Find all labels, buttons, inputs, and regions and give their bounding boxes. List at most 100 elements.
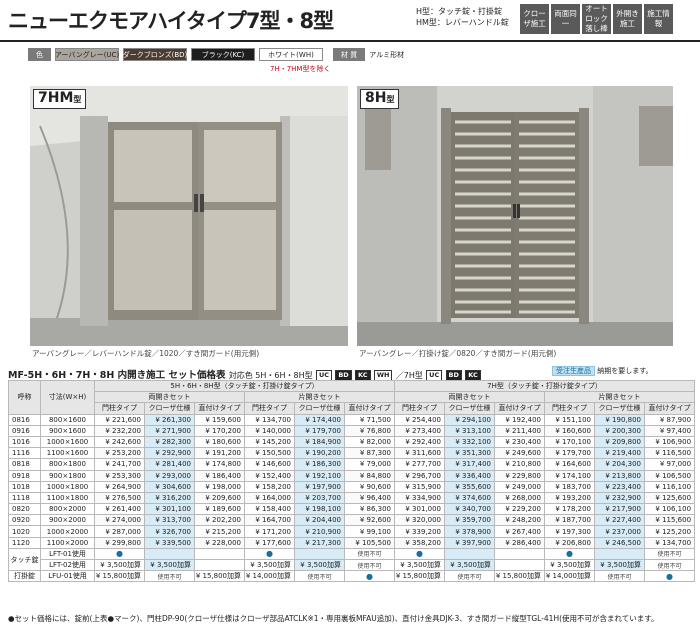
price-cell: ¥ 140,000 <box>244 424 295 437</box>
price-cell: ¥ 261,400 <box>94 503 145 516</box>
page-title: ニューエクモアハイタイプ7型・8型 <box>8 9 334 33</box>
price-value: 79,000 <box>366 460 392 469</box>
price-value: 254,400 <box>412 415 441 424</box>
price-cell: ¥ 358,200 <box>394 536 445 549</box>
th-group-a: 5H・6H・8H型（タッチ錠・打掛け錠タイプ） <box>94 379 395 393</box>
price-value: 397,900 <box>462 538 491 547</box>
price-cell: ¥ 277,700 <box>394 458 445 471</box>
table-row: 1020 1000×2000 ¥ 287,000 ¥ 326,700 ¥ 215,200… <box>8 525 696 538</box>
table-row: 0818 800×1800 ¥ 241,700 ¥ 281,400 ¥ 174,800 ¥… <box>8 458 696 471</box>
price-value: 99,100 <box>366 527 392 536</box>
lock-cell: 使用不可 <box>344 547 395 561</box>
lock-cell: ● <box>344 570 395 583</box>
price-cell: ¥ 210,800 <box>494 458 545 471</box>
price-value: 313,100 <box>462 426 491 435</box>
yen-sign: ¥ <box>359 493 367 502</box>
price-value: 150,500 <box>262 449 291 458</box>
price-cell: ¥ 105,500 <box>344 536 395 549</box>
price-value: 355,600 <box>462 482 491 491</box>
price-value: 296,700 <box>412 471 441 480</box>
price-value: 274,000 <box>112 516 141 525</box>
lock-cell <box>144 547 195 561</box>
price-cell: ¥ 316,200 <box>144 491 195 505</box>
row-code: 1118 <box>8 491 41 505</box>
row-code: 0918 <box>8 469 41 482</box>
price-value: 179,700 <box>312 426 341 435</box>
price-cell: ¥ 229,800 <box>494 469 545 482</box>
price-cell: ¥ 170,200 <box>194 424 245 437</box>
price-value: 158,400 <box>262 505 291 514</box>
legend-text: 納期を要します。 <box>597 367 653 375</box>
row-size: 1000×1600 <box>40 435 95 449</box>
price-cell: ¥ 268,000 <box>494 491 545 505</box>
price-cell: ¥ 200,300 <box>594 424 645 437</box>
legend-tag: 受注生産品 <box>552 366 595 376</box>
price-cell: ¥ 320,000 <box>394 514 445 527</box>
price-value: 174,800 <box>212 460 241 469</box>
price-value: 97,000 <box>666 460 692 469</box>
price-value: 96,400 <box>366 493 392 502</box>
badge-autolock: オートロック落し棒 <box>582 4 611 34</box>
th-type-post: 門柱タイプ <box>544 402 595 415</box>
price-value: 271,900 <box>162 426 191 435</box>
price-cell: ¥ 293,000 <box>144 469 195 482</box>
lock-cell: 使用不可 <box>643 547 696 561</box>
price-cell: ¥ 228,000 <box>194 536 245 549</box>
price-cell: ¥ 253,200 <box>94 447 145 460</box>
table-row: 1018 1000×1800 ¥ 264,900 ¥ 304,600 ¥ 198,000… <box>8 480 696 493</box>
badge-outward: 外開き施工 <box>613 4 642 34</box>
header-divider <box>0 40 700 42</box>
price-cell: ¥ 317,400 <box>444 458 495 471</box>
yen-sign: ¥ <box>359 505 367 514</box>
row-code: 0916 <box>8 424 41 437</box>
price-cell: ¥ 230,400 <box>494 435 545 449</box>
price-cell: ¥ 287,000 <box>94 525 145 538</box>
price-value: 206,800 <box>562 538 591 547</box>
price-value: 334,900 <box>412 493 441 502</box>
gate-8h-illustration <box>357 86 673 346</box>
row-code: 0920 <box>8 514 41 527</box>
price-value: 170,200 <box>212 426 241 435</box>
color-label: 色 <box>28 48 51 61</box>
price-value: 160,600 <box>562 426 591 435</box>
row-code: 0816 <box>8 413 41 426</box>
price-value: 248,200 <box>512 516 541 525</box>
yen-sign: ¥ <box>659 415 667 424</box>
price-value: 170,100 <box>562 438 591 447</box>
th-type-direct: 直付けタイプ <box>344 402 395 415</box>
row-size: 900×2000 <box>40 514 95 527</box>
price-value: 200,300 <box>612 426 641 435</box>
lock-cell: ¥ 14,000加算 <box>544 570 595 583</box>
lock-code: LFU-01使用 <box>40 570 95 583</box>
price-cell: ¥ 97,400 <box>643 424 696 437</box>
lock-cell <box>594 547 645 561</box>
price-cell: ¥ 125,600 <box>643 491 696 505</box>
yen-sign: ¥ <box>359 482 367 491</box>
table-row: 0816 800×1600 ¥ 221,600 ¥ 261,300 ¥ 159,600 ¥… <box>8 413 696 426</box>
price-value: 87,900 <box>666 415 692 424</box>
price-cell: ¥ 134,700 <box>244 413 295 426</box>
price-value: 293,000 <box>162 471 191 480</box>
price-cell: ¥ 190,800 <box>594 413 645 426</box>
price-cell: ¥ 96,400 <box>344 491 395 505</box>
price-cell: ¥ 326,700 <box>144 525 195 538</box>
price-cell: ¥ 340,700 <box>444 503 495 516</box>
price-cell: ¥ 273,400 <box>394 424 445 437</box>
lock-cell: ¥ 3,500加算 <box>244 558 295 572</box>
lock-cell: ● <box>94 547 145 561</box>
price-cell: ¥ 160,600 <box>544 424 595 437</box>
price-value: 180,600 <box>212 438 241 447</box>
row-code: 1020 <box>8 525 41 538</box>
lock-code: LFT-02使用 <box>40 558 95 572</box>
price-cell: ¥ 355,600 <box>444 480 495 493</box>
price-value: 209,600 <box>212 493 241 502</box>
table-row: 1016 1000×1600 ¥ 242,600 ¥ 282,300 ¥ 180,600… <box>8 435 696 449</box>
price-cell: ¥ 164,700 <box>244 514 295 527</box>
price-cell: ¥ 374,600 <box>444 491 495 505</box>
price-value: 164,700 <box>262 516 291 525</box>
th-single-a: 片開きセット <box>244 391 395 404</box>
price-value: 71,500 <box>366 415 392 424</box>
price-cell: ¥ 86,300 <box>344 503 395 516</box>
price-cell: ¥ 204,300 <box>594 458 645 471</box>
price-cell: ¥ 71,500 <box>344 413 395 426</box>
